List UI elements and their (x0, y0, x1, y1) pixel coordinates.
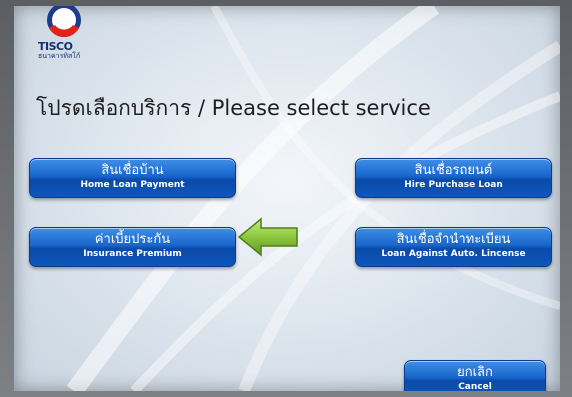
loan-against-auto-license-button[interactable]: สินเชื่อจำนำทะเบียน Loan Against Auto. L… (355, 227, 552, 267)
insurance-premium-label-th: ค่าเบี้ยประกัน (94, 232, 171, 247)
brand-name-thai: ธนาคารทิสโก้ (38, 52, 81, 60)
cancel-label-th: ยกเลิก (457, 365, 493, 380)
cancel-label-en: Cancel (458, 382, 492, 391)
page-title: โปรดเลือกบริการ / Please select service (36, 96, 431, 120)
hire-purchase-label-en: Hire Purchase Loan (404, 180, 503, 190)
cancel-button[interactable]: ยกเลิก Cancel (404, 360, 546, 391)
insurance-premium-label-en: Insurance Premium (83, 249, 182, 259)
home-loan-label-th: สินเชื่อบ้าน (101, 163, 164, 178)
atm-screen: TISCO ธนาคารทิสโก้ โปรดเลือกบริการ / Ple… (14, 6, 560, 391)
arrow-left-icon (237, 217, 298, 257)
loan-against-auto-label-en: Loan Against Auto. Lincense (381, 249, 526, 259)
hire-purchase-label-th: สินเชื่อรถยนต์ (414, 163, 493, 178)
home-loan-payment-button[interactable]: สินเชื่อบ้าน Home Loan Payment (29, 158, 236, 198)
background-swirl (66, 6, 560, 391)
home-loan-label-en: Home Loan Payment (80, 180, 185, 190)
insurance-premium-button[interactable]: ค่าเบี้ยประกัน Insurance Premium (29, 227, 236, 267)
hire-purchase-loan-button[interactable]: สินเชื่อรถยนต์ Hire Purchase Loan (355, 158, 552, 198)
loan-against-auto-label-th: สินเชื่อจำนำทะเบียน (396, 232, 511, 247)
